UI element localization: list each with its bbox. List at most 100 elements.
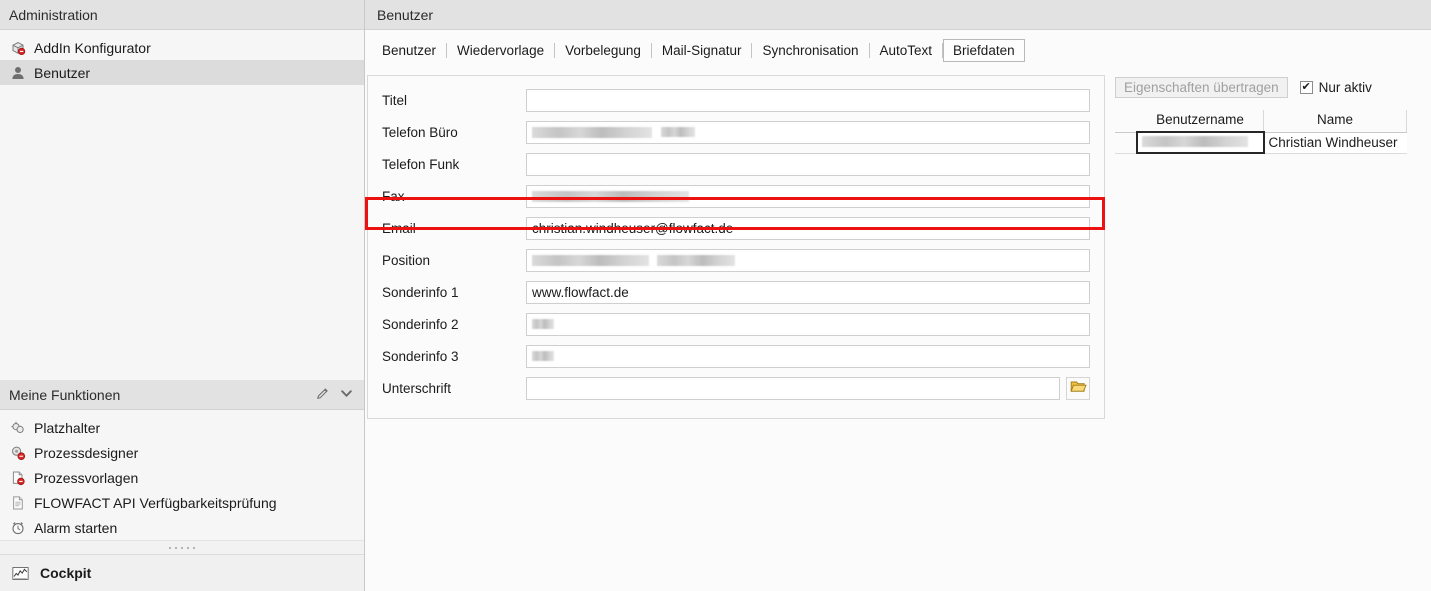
grid-row-gutter [1115,132,1137,154]
sidebar-item-label: Benutzer [34,64,91,81]
placeholder-icon [9,419,26,436]
tab-wiedervorlage[interactable]: Wiedervorlage [447,39,554,62]
form-row-sonderinfo-3: Sonderinfo 3 [382,340,1090,372]
form-row-unterschrift: Unterschrift [382,372,1090,404]
field-label-telefon-funk: Telefon Funk [382,156,460,172]
table-row[interactable]: Christian Windheuser [1115,131,1407,154]
grid-gutter-header [1115,110,1137,133]
chart-icon [12,565,29,582]
sidebar-item-prozessdesigner[interactable]: Prozessdesigner [0,440,364,465]
tab-briefdaten[interactable]: Briefdaten [943,38,1025,62]
only-active-label: Nur aktiv [1318,79,1372,95]
field-input-email[interactable]: christian.windheuser@flowfact.de [526,216,1090,240]
user-list-toolbar: Eigenschaften übertragen ✔ Nur aktiv [1115,75,1425,99]
transfer-properties-button[interactable]: Eigenschaften übertragen [1115,76,1288,98]
field-input-fax[interactable] [526,184,1090,208]
application-window: Administration AddIn Konfigurator Benutz… [0,0,1431,591]
field-input-titel[interactable] [526,88,1090,112]
redacted-value [532,319,554,329]
grid-cell-benutzername[interactable] [1136,131,1265,154]
form-row-titel: Titel [382,84,1090,116]
sidebar-item-label: Platzhalter [34,419,101,436]
sidebar-item-label: FLOWFACT API Verfügbarkeitsprüfung [34,494,277,511]
sidebar-splitter[interactable] [0,540,364,555]
tab-benutzer[interactable]: Benutzer [372,39,446,62]
main-content-area: Benutzer Benutzer Wiedervorlage Vorbeleg… [365,0,1431,591]
field-input-telefon-buero[interactable] [526,120,1090,144]
sidebar-item-label: Prozessdesigner [34,444,139,461]
redacted-value [532,126,652,138]
briefdaten-form-panel: Titel Telefon Büro Telefon Funk Fax Emai… [367,75,1105,419]
field-input-sonderinfo-2[interactable] [526,312,1090,336]
field-label-titel: Titel [382,92,408,108]
navigation-sidebar: Administration AddIn Konfigurator Benutz… [0,0,365,591]
sidebar-section-header-administration: Administration [0,0,364,30]
pencil-icon[interactable] [315,386,330,404]
redacted-value [657,254,735,266]
sidebar-item-flowfact-api-verfuegbarkeitspruefung[interactable]: FLOWFACT API Verfügbarkeitsprüfung [0,490,364,515]
unterschrift-browse-button[interactable] [1066,376,1090,400]
tab-autotext[interactable]: AutoText [870,39,943,62]
redacted-value [532,351,554,361]
field-label-sonderinfo-2: Sonderinfo 2 [382,316,459,332]
field-label-sonderinfo-3: Sonderinfo 3 [382,348,459,364]
grid-column-header-benutzername[interactable]: Benutzername [1137,110,1264,133]
form-row-sonderinfo-2: Sonderinfo 2 [382,308,1090,340]
form-row-sonderinfo-1: Sonderinfo 1 www.flowfact.de [382,276,1090,308]
box-addin-icon [9,39,26,56]
field-label-fax: Fax [382,188,405,204]
sidebar-empty-area [0,85,364,380]
field-label-email: Email [382,220,416,236]
page-title: Benutzer [377,6,434,23]
only-active-checkbox[interactable]: ✔ [1299,80,1313,94]
grid-column-header-name[interactable]: Name [1263,110,1407,133]
tab-vorbelegung[interactable]: Vorbelegung [555,39,651,62]
sidebar-list-meine-funktionen: Platzhalter Prozessdesigner Prozessvorla… [0,410,364,540]
user-list-panel: Eigenschaften übertragen ✔ Nur aktiv Ben… [1115,75,1425,154]
field-input-sonderinfo-3[interactable] [526,344,1090,368]
form-row-position: Position [382,244,1090,276]
sidebar-section-title-administration: Administration [9,6,98,23]
document-icon [9,494,26,511]
form-and-list-area: Titel Telefon Büro Telefon Funk Fax Emai… [365,70,1431,591]
sidebar-list-administration: AddIn Konfigurator Benutzer [0,30,364,85]
redacted-value [1142,136,1248,147]
drag-handle-icon [169,546,195,549]
field-input-position[interactable] [526,248,1090,272]
redacted-value [661,127,695,137]
sidebar-section-header-meine-funktionen: Meine Funktionen [0,380,364,410]
sidebar-item-label: AddIn Konfigurator [34,39,151,56]
field-input-telefon-funk[interactable] [526,152,1090,176]
field-label-sonderinfo-1: Sonderinfo 1 [382,284,459,300]
tab-bar: Benutzer Wiedervorlage Vorbelegung Mail-… [365,30,1431,70]
field-input-sonderinfo-1[interactable]: www.flowfact.de [526,280,1090,304]
form-row-fax: Fax [382,180,1090,212]
sidebar-item-benutzer[interactable]: Benutzer [0,60,364,85]
field-label-unterschrift: Unterschrift [382,380,452,396]
sidebar-item-addin-konfigurator[interactable]: AddIn Konfigurator [0,35,364,60]
checkmark-icon: ✔ [1301,80,1311,93]
redacted-value [532,254,649,266]
sidebar-item-cockpit[interactable]: Cockpit [0,555,364,591]
main-header-bar: Benutzer [365,0,1431,30]
sidebar-item-platzhalter[interactable]: Platzhalter [0,415,364,440]
field-label-telefon-buero: Telefon Büro [382,124,458,140]
sidebar-item-prozessvorlagen[interactable]: Prozessvorlagen [0,465,364,490]
user-grid: Benutzername Name Christian Windheuser [1115,110,1407,154]
sidebar-item-label: Alarm starten [34,519,118,536]
sidebar-item-alarm-starten[interactable]: Alarm starten [0,515,364,540]
field-label-position: Position [382,252,431,268]
chevron-down-icon[interactable] [339,386,354,404]
form-row-telefon-buero: Telefon Büro [382,116,1090,148]
grid-cell-name[interactable]: Christian Windheuser [1263,132,1407,154]
open-folder-icon [1070,379,1087,397]
alarm-clock-icon [9,519,26,536]
process-designer-icon [9,444,26,461]
field-input-unterschrift[interactable] [526,376,1060,400]
only-active-checkbox-wrapper[interactable]: ✔ Nur aktiv [1299,79,1372,95]
tab-mail-signatur[interactable]: Mail-Signatur [652,39,752,62]
tab-synchronisation[interactable]: Synchronisation [752,39,868,62]
user-grid-header-row: Benutzername Name [1115,110,1407,133]
sidebar-item-label: Prozessvorlagen [34,469,139,486]
user-icon [9,64,26,81]
